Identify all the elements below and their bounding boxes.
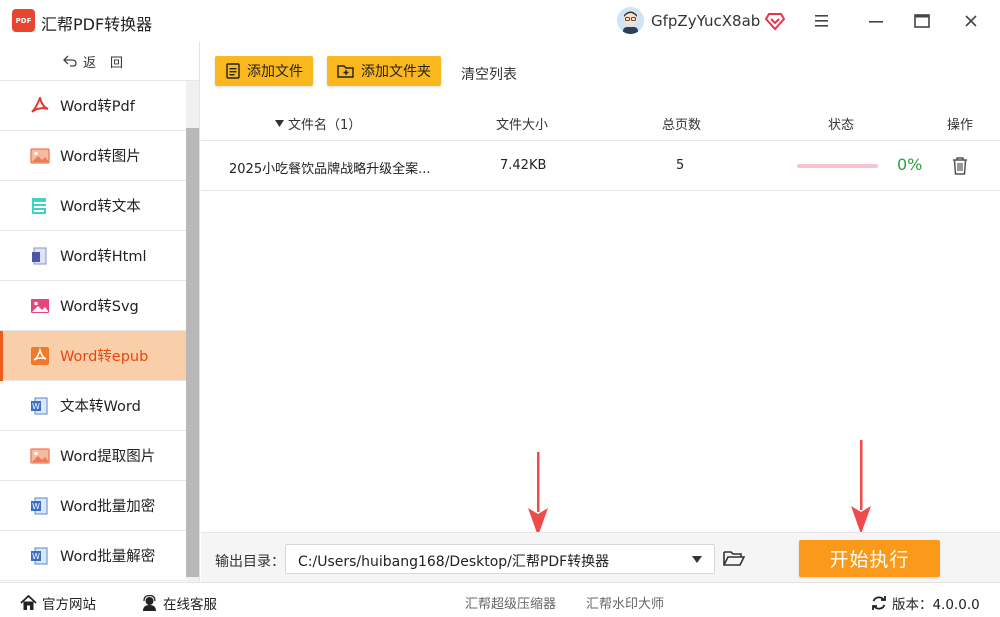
sidebar-item-text-to-word[interactable]: W 文本转Word <box>0 381 186 431</box>
sidebar-item-label: Word转Html <box>60 249 147 265</box>
sidebar-list: Word转Pdf Word转图片 Word转文本 Word转Html Word转… <box>0 81 186 581</box>
add-folder-label: 添加文件夹 <box>361 64 431 80</box>
add-file-label: 添加文件 <box>247 64 303 80</box>
sidebar-item-word-to-svg[interactable]: Word转Svg <box>0 281 186 331</box>
output-directory-select[interactable]: C:/Users/huibang168/Desktop/汇帮PDF转换器 <box>285 544 715 574</box>
refresh-icon <box>872 596 886 610</box>
output-label: 输出目录： <box>215 554 285 570</box>
sidebar: 返回 Word转Pdf Word转图片 Word转文本 Word转Html Wo… <box>0 42 200 582</box>
word-icon: W <box>31 497 48 514</box>
official-website-label: 官方网站 <box>42 597 96 613</box>
sidebar-item-word-to-epub[interactable]: Word转epub <box>0 331 186 381</box>
avatar-icon <box>617 7 644 34</box>
sidebar-item-word-to-image[interactable]: Word转图片 <box>0 131 186 181</box>
compressor-link[interactable]: 汇帮超级压缩器 <box>465 593 556 612</box>
sidebar-item-label: Word转Svg <box>60 299 139 315</box>
svg-text:W: W <box>32 552 40 561</box>
col-pages: 总页数 <box>662 118 702 133</box>
sidebar-item-label: 文本转Word <box>60 399 141 415</box>
pointer-arrow-icon <box>528 452 548 536</box>
add-file-button[interactable]: 添加文件 <box>215 56 313 86</box>
sidebar-item-label: Word批量加密 <box>60 499 156 515</box>
clear-list-button[interactable]: 清空列表 <box>461 64 517 84</box>
minimize-icon[interactable] <box>866 12 886 30</box>
svg-image-icon <box>31 298 49 313</box>
sidebar-item-word-batch-encrypt[interactable]: W Word批量加密 <box>0 481 186 531</box>
row-progress-percent: 0% <box>897 155 923 174</box>
online-support-link[interactable]: 在线客服 <box>141 593 217 613</box>
sidebar-item-label: Word转文本 <box>60 199 141 215</box>
table-row[interactable]: 2025小吃餐饮品牌战略升级全案... 7.42KB 5 0% <box>201 141 1000 191</box>
pdf-icon <box>31 96 49 113</box>
sidebar-scrollbar-thumb[interactable] <box>186 128 199 577</box>
version-info[interactable]: 版本：4.0.0.0 <box>871 593 980 613</box>
maximize-icon[interactable] <box>912 11 932 31</box>
app-logo-text: PDF <box>15 16 32 25</box>
sidebar-item-word-batch-decrypt[interactable]: W Word批量解密 <box>0 531 186 581</box>
col-actions: 操作 <box>947 118 974 133</box>
html-file-icon <box>32 247 47 264</box>
add-folder-icon <box>337 65 354 78</box>
word-icon: W <box>31 547 48 564</box>
app-title: 汇帮PDF转换器 <box>41 15 153 34</box>
col-filename-label: 文件名（1） <box>288 118 362 133</box>
main-panel: 添加文件 添加文件夹 清空列表 文件名（1） 文件大小 总页数 状态 操作 20… <box>201 42 1000 536</box>
row-pages: 5 <box>676 158 685 173</box>
sort-down-icon <box>275 120 284 127</box>
sidebar-item-word-to-pdf[interactable]: Word转Pdf <box>0 81 186 131</box>
menu-icon[interactable] <box>812 12 832 30</box>
col-size: 文件大小 <box>496 118 549 133</box>
online-support-label: 在线客服 <box>163 597 217 613</box>
row-filename: 2025小吃餐饮品牌战略升级全案... <box>229 162 431 177</box>
epub-icon <box>31 346 49 365</box>
chevron-down-icon <box>692 556 702 563</box>
home-icon <box>20 595 37 610</box>
output-directory-value: C:/Users/huibang168/Desktop/汇帮PDF转换器 <box>298 554 610 570</box>
svg-text:W: W <box>32 502 40 511</box>
add-file-icon <box>226 63 240 79</box>
add-folder-button[interactable]: 添加文件夹 <box>327 56 441 86</box>
user-name[interactable]: GfpZyYucX8ab <box>651 12 760 30</box>
sidebar-item-label: Word转图片 <box>60 149 141 165</box>
back-label: 返回 <box>82 55 137 71</box>
back-button[interactable]: 返回 <box>0 42 200 81</box>
row-size: 7.42KB <box>500 158 547 173</box>
status-bar: 官方网站 在线客服 汇帮超级压缩器 汇帮水印大师 版本：4.0.0.0 <box>0 582 1000 617</box>
close-icon[interactable] <box>961 11 981 31</box>
sidebar-item-label: Word提取图片 <box>60 449 156 465</box>
image-icon <box>30 147 50 164</box>
back-arrow-icon <box>63 55 77 67</box>
col-status: 状态 <box>828 118 855 133</box>
image-icon <box>30 447 50 464</box>
file-table-header: 文件名（1） 文件大小 总页数 状态 操作 <box>201 104 1000 141</box>
app-logo: PDF <box>12 9 35 32</box>
svg-text:W: W <box>32 402 40 411</box>
user-avatar[interactable] <box>617 7 644 34</box>
sidebar-item-label: Word批量解密 <box>60 549 156 565</box>
sidebar-item-label: Word转epub <box>60 349 149 365</box>
sidebar-item-word-to-text[interactable]: Word转文本 <box>0 181 186 231</box>
sidebar-item-label: Word转Pdf <box>60 99 135 115</box>
row-progress-bar <box>797 164 878 168</box>
output-bar: 输出目录： C:/Users/huibang168/Desktop/汇帮PDF转… <box>201 532 1000 582</box>
customer-service-icon <box>143 595 156 611</box>
word-icon: W <box>31 397 48 414</box>
col-filename[interactable]: 文件名（1） <box>275 114 361 133</box>
folder-open-icon[interactable] <box>723 549 745 567</box>
sidebar-item-word-extract-image[interactable]: Word提取图片 <box>0 431 186 481</box>
start-button[interactable]: 开始执行 <box>799 540 940 577</box>
delete-icon[interactable] <box>951 156 969 176</box>
pointer-arrow-icon <box>851 440 871 534</box>
version-label: 版本：4.0.0.0 <box>892 597 980 613</box>
title-bar: PDF 汇帮PDF转换器 GfpZyYucX8ab <box>0 0 1000 42</box>
official-website-link[interactable]: 官方网站 <box>20 593 96 613</box>
sidebar-item-word-to-html[interactable]: Word转Html <box>0 231 186 281</box>
watermark-link[interactable]: 汇帮水印大师 <box>586 593 664 612</box>
text-file-icon <box>32 197 48 214</box>
vip-diamond-icon[interactable] <box>765 11 785 31</box>
